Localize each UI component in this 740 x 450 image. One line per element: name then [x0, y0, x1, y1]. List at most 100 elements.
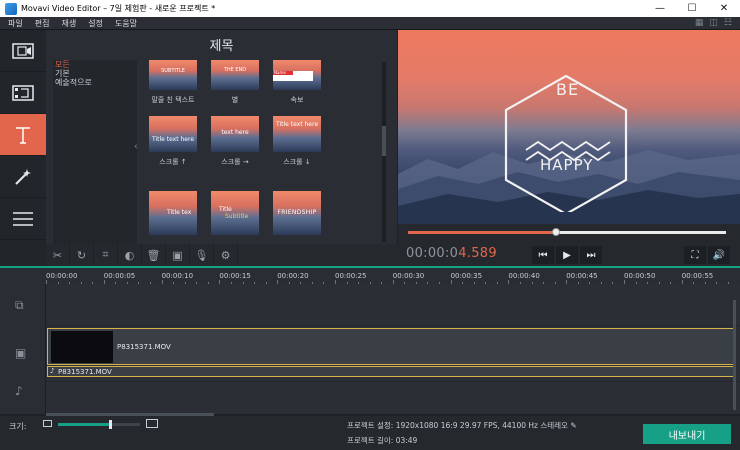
zoom-label: 크기: [9, 422, 27, 431]
cut-button[interactable]: ✂ [46, 244, 70, 266]
menu-playback[interactable]: 재생 [61, 18, 76, 29]
thumb-scroll-down[interactable]: Title text here 스크롤 ↓ [273, 116, 321, 167]
rotate-button[interactable]: ↻ [70, 244, 94, 266]
sidebar-item-import-media[interactable] [0, 30, 46, 72]
app-logo-icon [5, 2, 17, 15]
ruler-tick-label: 00:00:20 [277, 272, 309, 280]
track-separator [46, 381, 740, 382]
thumbnail-image: Title text here [149, 116, 197, 152]
close-button[interactable]: ✕ [708, 0, 740, 17]
minimize-button[interactable]: — [644, 0, 676, 17]
lock-icon[interactable]: ◫ [709, 18, 718, 28]
thumb-scroll-up[interactable]: Title text here 스크롤 ↑ [149, 116, 197, 167]
timeline-ruler[interactable]: 00:00:00 00:00:05 00:00:10 00:00:15 00:00:20… [0, 268, 740, 284]
thumbnail-image: SUBTITLE [149, 60, 197, 90]
fullscreen-icon: ⛶ [691, 249, 699, 261]
volume-button[interactable]: 🔊 [708, 246, 730, 264]
microphone-icon: 🎙 [194, 248, 209, 262]
thumbnail-image: Title text here [273, 116, 321, 152]
sidebar-item-titles[interactable] [0, 114, 46, 156]
ruler-tick-label: 00:00:05 [103, 272, 136, 280]
color-adjust-button[interactable]: ◐ [118, 244, 142, 266]
zoom-in-icon[interactable] [146, 419, 158, 428]
maximize-button[interactable]: ☐ [676, 0, 708, 17]
thumbnail-image: Title Subtitle [211, 191, 259, 235]
category-all[interactable]: 모든 [53, 60, 137, 69]
seek-bar[interactable] [408, 228, 726, 236]
edit-pencil-icon[interactable]: ✎ [570, 421, 576, 430]
thumb-title-text[interactable]: Title tex [149, 191, 197, 235]
thumb-friendship[interactable]: FRIENDSHIP [273, 191, 321, 235]
gear-icon: ⚙ [220, 248, 231, 262]
thumbnail-image: Title tex [149, 191, 197, 235]
film-icon [12, 42, 34, 59]
category-list: 모든 기본 예술적으로 ⚲ ✕ [53, 60, 137, 264]
menu-edit[interactable]: 편집 [35, 18, 50, 29]
seek-handle[interactable] [551, 228, 560, 236]
project-length: 프로젝트 길이: 03:49 [347, 436, 418, 445]
title-thumbnails: SUBTITLE 말줄 친 텍스트 THE END 별 Name 속보 Titl… [146, 60, 381, 244]
panel-scrollbar[interactable] [382, 62, 386, 242]
project-settings-text: 프로젝트 설정: 1920x1080 16:9 29.97 FPS, 44100… [347, 421, 568, 430]
title-bar: Movavi Video Editor – 7일 체험판 - 새로운 프로젝트 … [0, 0, 740, 17]
menu-settings[interactable]: 설정 [88, 18, 103, 29]
clip-properties-button[interactable]: ▣ [166, 244, 190, 266]
thumb-underlined-text[interactable]: SUBTITLE 말줄 친 텍스트 [149, 60, 197, 105]
sidebar-item-filters[interactable] [0, 72, 46, 114]
timecode-highlight: 4.589 [458, 246, 497, 261]
audio-track-icon: ♪ [15, 384, 23, 398]
thumb-title-subtitle[interactable]: Title Subtitle [211, 191, 259, 235]
zoom-out-icon[interactable] [43, 420, 52, 427]
timecode-prefix: 00:00:0 [406, 246, 459, 261]
thumb-overlay: SUBTITLE [161, 68, 185, 74]
menu-file[interactable]: 파일 [8, 18, 23, 29]
category-basic[interactable]: 기본 [53, 69, 137, 78]
export-button[interactable]: 내보내기 [643, 424, 731, 444]
collapse-panel-icon[interactable]: ‹ [134, 142, 138, 152]
color-icon: ◐ [124, 248, 135, 262]
left-sidebar [0, 30, 46, 266]
image-icon: ▣ [172, 248, 183, 262]
thumb-overlay: FRIENDSHIP [277, 209, 317, 216]
thumb-star[interactable]: THE END 별 [211, 60, 259, 105]
playback-controls: 00:00:04.589 ⏮ ▶ ⏭ ⛶ 🔊 [398, 224, 740, 266]
video-preview: BE HAPPY [398, 30, 740, 224]
settings-button[interactable]: ⚙ [214, 244, 238, 266]
audio-clip[interactable]: ♪ P8315371.MOV [47, 366, 735, 377]
video-clip[interactable]: P8315371.MOV [47, 328, 735, 365]
fullscreen-button[interactable]: ⛶ [684, 246, 706, 264]
audio-clip-name: P8315371.MOV [58, 368, 112, 376]
thumb-overlay-subtitle: Subtitle [225, 213, 249, 220]
store-icon[interactable]: ▦ [695, 18, 704, 28]
thumb-breaking-news[interactable]: Name 속보 [273, 60, 321, 105]
thumb-scroll-right[interactable]: text here 스크롤 → [211, 116, 259, 167]
timeline-vertical-scrollbar[interactable] [733, 300, 736, 410]
thumb-overlay: THE END [223, 67, 247, 73]
delete-button[interactable]: 🗑 [142, 244, 166, 266]
thumb-overlay: Title [219, 206, 232, 213]
ruler-tick-label: 00:00:40 [508, 272, 540, 280]
category-artistic[interactable]: 예술적으로 [53, 78, 137, 87]
thumb-label: 말줄 친 텍스트 [151, 96, 195, 104]
menu-help[interactable]: 도움말 [115, 18, 137, 29]
ruler-tick-label: 00:00:15 [219, 272, 251, 280]
account-icon[interactable]: ☷ [724, 18, 732, 28]
menu-icon [13, 211, 33, 226]
status-bar: 크기: 프로젝트 설정: 1920x1080 16:9 29.97 FPS, 4… [0, 416, 740, 450]
sidebar-item-transitions[interactable] [0, 156, 46, 198]
magic-wand-icon [15, 168, 31, 185]
sidebar-item-more[interactable] [0, 198, 46, 240]
thumb-label: 별 [231, 96, 239, 104]
zoom-slider-handle[interactable] [108, 420, 112, 429]
crop-button[interactable]: ⌗ [94, 244, 118, 266]
zoom-slider[interactable] [58, 420, 140, 429]
previous-frame-button[interactable]: ⏮ [532, 246, 554, 264]
title-T-icon [16, 126, 30, 144]
next-frame-button[interactable]: ⏭ [580, 246, 602, 264]
speaker-icon: 🔊 [712, 249, 726, 261]
play-button[interactable]: ▶ [556, 246, 578, 264]
project-settings: 프로젝트 설정: 1920x1080 16:9 29.97 FPS, 44100… [347, 420, 577, 431]
scrollbar-thumb[interactable] [382, 126, 386, 156]
thumbnail-image: text here [211, 116, 259, 152]
record-voice-button[interactable]: 🎙 [190, 244, 214, 266]
